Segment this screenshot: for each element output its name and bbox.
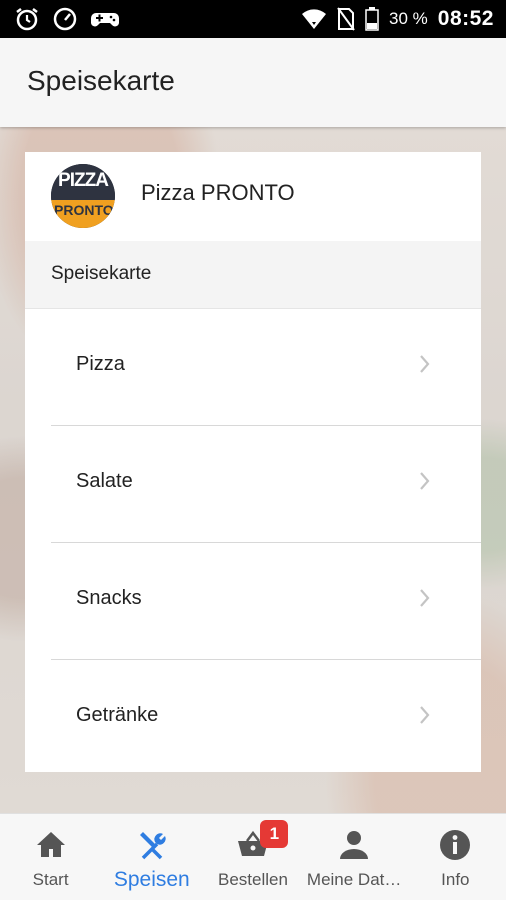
restaurant-header: PIZZA PRONTO Pizza PRONTO — [25, 152, 481, 241]
info-icon — [440, 830, 471, 860]
menu-item-salate[interactable]: Salate — [51, 426, 481, 543]
restaurant-logo: PIZZA PRONTO — [51, 164, 115, 228]
nav-label: Bestellen — [218, 870, 288, 889]
no-sim-icon — [337, 7, 355, 31]
section-title: Speisekarte — [51, 263, 152, 284]
chevron-right-icon — [420, 589, 430, 607]
cutlery-icon — [139, 832, 166, 860]
nav-speisen[interactable]: Speisen — [101, 814, 202, 900]
logo-text-top: PIZZA — [58, 170, 109, 191]
wifi-icon — [302, 9, 327, 29]
menu-item-label: Getränke — [76, 704, 159, 726]
status-left-icons — [14, 6, 120, 32]
app-bar: Speisekarte — [0, 38, 506, 127]
menu-item-pizza[interactable]: Pizza — [51, 309, 481, 426]
restaurant-name: Pizza PRONTO — [141, 180, 295, 205]
section-header: Speisekarte — [25, 241, 481, 309]
alarm-icon — [16, 8, 38, 31]
home-icon — [36, 832, 65, 857]
menu-item-label: Salate — [76, 470, 133, 492]
menu-item-snacks[interactable]: Snacks — [51, 543, 481, 660]
nav-start[interactable]: Start — [0, 814, 101, 900]
nav-label: Meine Dat… — [306, 870, 402, 889]
chevron-right-icon — [420, 472, 430, 490]
page-title: Speisekarte — [27, 65, 175, 96]
clock: 08:52 — [437, 7, 494, 30]
battery-icon — [365, 7, 379, 31]
logo-text-bottom: PRONTO — [54, 202, 114, 218]
gamepad-icon — [91, 13, 119, 27]
menu-item-label: Pizza — [76, 353, 125, 375]
nav-label: Start — [32, 870, 69, 889]
nav-meine-daten[interactable]: Meine Dat… — [304, 814, 405, 900]
nav-label: Speisen — [113, 868, 190, 891]
person-icon — [340, 831, 369, 859]
menu-item-getraenke[interactable]: Getränke — [51, 660, 481, 777]
speed-icon — [53, 7, 77, 31]
cart-count-badge: 1 — [260, 820, 289, 848]
status-bar: 30 % 08:52 — [0, 0, 506, 38]
menu-card: PIZZA PRONTO Pizza PRONTO Speisekarte Pi… — [25, 152, 481, 772]
menu-item-label: Snacks — [76, 587, 142, 609]
nav-info[interactable]: Info — [405, 814, 506, 900]
chevron-right-icon — [420, 355, 430, 373]
bottom-navigation: Start Speisen 1 Bestellen Meine Dat… Inf… — [0, 813, 506, 900]
battery-percent: 30 % — [389, 9, 428, 28]
nav-label: Info — [441, 870, 470, 889]
status-right: 30 % 08:52 — [301, 0, 494, 38]
nav-bestellen[interactable]: 1 Bestellen — [202, 814, 303, 900]
chevron-right-icon — [420, 706, 430, 724]
menu-category-list: Pizza Salate Snacks Getränke — [25, 309, 481, 777]
